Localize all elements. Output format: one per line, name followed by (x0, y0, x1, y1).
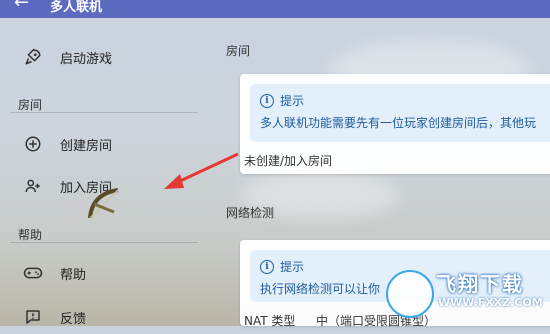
divider (10, 242, 198, 243)
sidebar-item-label: 反馈 (60, 311, 87, 327)
sidebar-item-feedback[interactable]: 反馈 (0, 300, 200, 334)
room-tip-box: i 提示 多人联机功能需要先有一位玩家创建房间后，其他玩 (250, 84, 550, 142)
feedback-icon (22, 306, 44, 328)
watermark-url: WWW.FXXZ.COM (438, 296, 543, 309)
nat-type-label: NAT 类型 (244, 314, 296, 328)
sidebar-item-create-room[interactable]: 创建房间 (0, 127, 200, 161)
section-title-network: 网络检测 (226, 206, 275, 220)
tip-header: i 提示 (260, 258, 304, 275)
watermark: 飞翔下载 WWW.FXXZ.COM (380, 266, 550, 326)
section-header-room: 房间 (18, 98, 43, 112)
gamepad-icon (22, 262, 44, 284)
title-bar: ← 多人联机 (0, 0, 550, 18)
sidebar-item-launch-game[interactable]: 启动游戏 (0, 40, 200, 74)
room-status: 未创建/加入房间 (244, 154, 333, 168)
divider (10, 112, 198, 113)
back-arrow-icon[interactable]: ← (14, 0, 29, 12)
tip-header: i 提示 (260, 92, 304, 109)
person-add-icon (22, 175, 44, 197)
tip-text: 多人联机功能需要先有一位玩家创建房间后，其他玩 (260, 116, 537, 130)
info-icon: i (260, 259, 274, 274)
sidebar-item-label: 创建房间 (60, 138, 113, 154)
info-icon: i (260, 93, 274, 108)
sidebar-item-help[interactable]: 帮助 (0, 256, 200, 290)
section-header-help: 帮助 (18, 228, 43, 242)
sidebar-item-label: 启动游戏 (60, 51, 113, 67)
watermark-logo-icon (386, 270, 434, 318)
sidebar: 启动游戏 房间 创建房间 加入房间 帮助 帮助 反馈 (0, 18, 200, 327)
sidebar-item-label: 帮助 (60, 267, 87, 283)
tip-text: 执行网络检测可以让你 (260, 282, 381, 296)
room-card: i 提示 多人联机功能需要先有一位玩家创建房间后，其他玩 未创建/加入房间 (240, 74, 550, 174)
section-title-room: 房间 (226, 44, 251, 58)
plus-circle-icon (22, 133, 44, 155)
watermark-brand: 飞翔下载 (436, 272, 524, 296)
tip-title: 提示 (280, 260, 305, 274)
page-title: 多人联机 (50, 0, 103, 15)
rocket-icon (22, 46, 44, 68)
tip-title: 提示 (280, 94, 305, 108)
bow-cursor-icon (88, 188, 119, 219)
